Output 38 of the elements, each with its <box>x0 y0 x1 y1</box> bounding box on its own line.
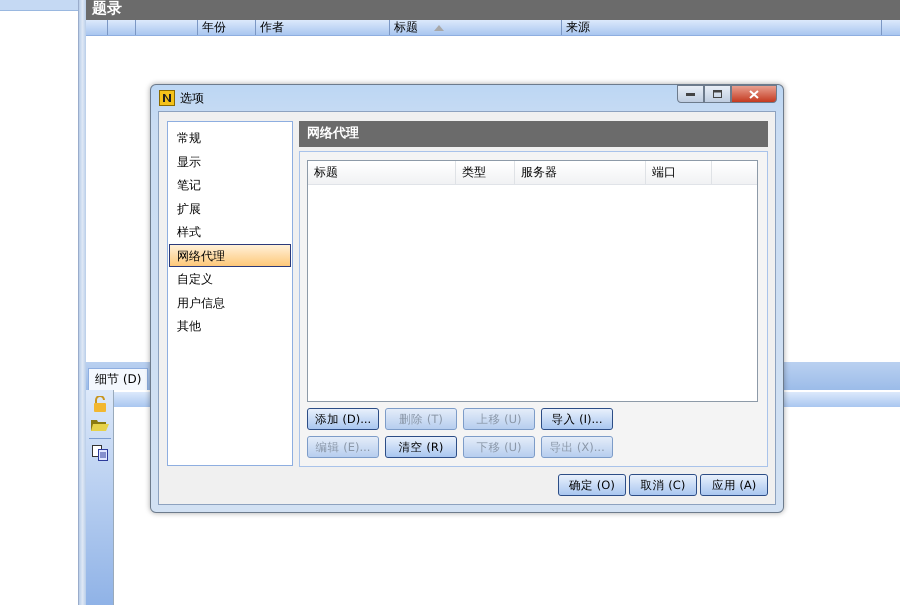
column-header[interactable]: 端口 <box>646 161 712 184</box>
action-button[interactable]: 清空 (R) <box>385 436 457 458</box>
category-item[interactable]: 样式 <box>169 220 291 244</box>
window-title: 选项 <box>180 90 204 106</box>
copy-icon[interactable] <box>92 445 108 461</box>
splitter[interactable] <box>78 0 86 605</box>
column-header[interactable]: 来源 <box>562 20 882 35</box>
category-item[interactable]: 常规 <box>169 126 291 150</box>
app-logo-icon <box>159 90 175 106</box>
category-item[interactable]: 自定义 <box>169 267 291 290</box>
column-header[interactable]: 作者 <box>256 20 390 35</box>
dialog-button[interactable]: 应用 (A) <box>700 474 768 496</box>
padlock-icon[interactable] <box>92 396 106 412</box>
maximize-icon <box>713 90 722 98</box>
details-tab[interactable]: 细节 (D) <box>88 368 148 390</box>
dialog-button[interactable]: 取消 (C) <box>629 474 697 496</box>
dialog-button[interactable]: 确定 (O) <box>558 474 626 496</box>
close-button[interactable] <box>731 85 777 103</box>
action-button[interactable]: 添加 (D)... <box>307 408 379 430</box>
minimize-icon <box>686 92 695 96</box>
action-button[interactable]: 导入 (I)... <box>541 408 613 430</box>
minimize-button[interactable] <box>677 85 704 103</box>
category-item[interactable]: 其他 <box>169 314 291 338</box>
column-header[interactable]: 标题 <box>390 20 562 35</box>
folder-icon[interactable] <box>90 418 108 432</box>
maximize-button[interactable] <box>704 85 731 103</box>
column-header[interactable]: 类型 <box>456 161 515 184</box>
close-icon <box>749 90 759 98</box>
column-header[interactable]: 服务器 <box>515 161 646 184</box>
column-header[interactable]: 标题 <box>308 161 456 184</box>
column-header[interactable]: 年份 <box>198 20 256 35</box>
section-title: 网络代理 <box>299 121 768 147</box>
panel-title: 题录 <box>86 0 900 20</box>
category-item[interactable]: 用户信息 <box>169 290 291 314</box>
category-item[interactable]: 网络代理 <box>169 244 291 267</box>
category-item[interactable]: 显示 <box>169 150 291 173</box>
category-item[interactable]: 扩展 <box>169 196 291 220</box>
category-item[interactable]: 笔记 <box>169 173 291 196</box>
